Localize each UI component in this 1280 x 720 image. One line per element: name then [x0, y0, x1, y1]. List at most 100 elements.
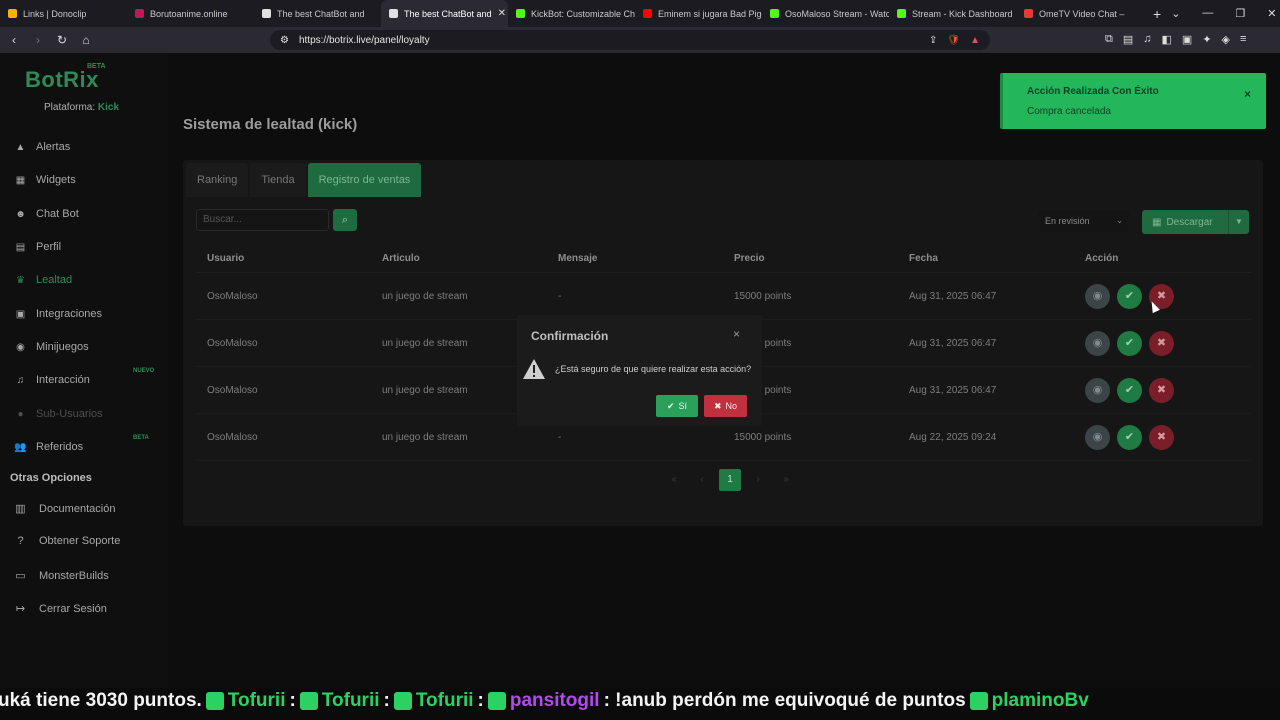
sidebar: BotRix BETA Plataforma: Kick ▲ Alertas ▦ Wi…: [0, 53, 168, 688]
cell-fecha: Aug 31, 2025 06:47: [909, 291, 997, 302]
view-button[interactable]: ◉: [1085, 284, 1110, 309]
page-next[interactable]: ›: [747, 469, 769, 491]
chevron-down-icon[interactable]: ⌄: [1171, 7, 1180, 20]
vpn-icon[interactable]: ◈: [1222, 33, 1230, 46]
ticker-segment: Tofurii: [227, 690, 286, 711]
sidebar-item-referidos[interactable]: 👥 Referidos: [14, 437, 83, 457]
platform-label-text: Plataforma:: [44, 102, 96, 113]
sidebar-item-label: Referidos: [36, 441, 84, 453]
reject-button[interactable]: ✖: [1149, 378, 1174, 403]
view-button[interactable]: ◉: [1085, 331, 1110, 356]
status-filter-select[interactable]: En revisión ⌄: [1038, 210, 1130, 232]
check-icon: ✔: [666, 400, 675, 411]
page-first[interactable]: «: [663, 469, 685, 491]
page-current[interactable]: 1: [719, 469, 741, 491]
widgets-icon: ▦: [15, 174, 26, 186]
tab-tienda[interactable]: Tienda: [250, 163, 306, 197]
eye-icon: ◉: [1092, 431, 1103, 443]
brave-shield-icon[interactable]: 🛡: [947, 35, 960, 46]
view-button[interactable]: ◉: [1085, 425, 1110, 450]
confirm-no-button[interactable]: ✖ No: [704, 395, 747, 417]
menu-icon[interactable]: ≡: [1240, 33, 1246, 46]
share-icon[interactable]: ⇪: [929, 35, 937, 46]
approve-button[interactable]: ✔: [1117, 284, 1142, 309]
close-window-button[interactable]: ✕: [1267, 7, 1276, 20]
sidebar-item-interacci-n[interactable]: ♫ Interacción: [14, 370, 90, 390]
address-bar: ‹ › ↻ ⌂ ⚙ https://botrix.live/panel/loya…: [0, 27, 1280, 53]
media-icon[interactable]: ♫: [1143, 33, 1151, 46]
sidebar-option-obtener-soporte[interactable]: ? Obtener Soporte: [14, 535, 120, 547]
download-dropdown-toggle[interactable]: ▼: [1228, 210, 1249, 234]
browser-tab[interactable]: OmeTV Video Chat –: [1016, 0, 1143, 27]
browser-tab[interactable]: Stream - Kick Dashboard: [889, 0, 1016, 27]
maximize-button[interactable]: ❐: [1235, 7, 1245, 20]
success-toast: Acción Realizada Con Éxito Compra cancel…: [1000, 73, 1266, 129]
search-input[interactable]: Buscar...: [196, 209, 329, 231]
sidebar-item-alertas[interactable]: ▲ Alertas: [14, 137, 71, 157]
logo[interactable]: BotRix: [25, 67, 99, 93]
sidebar-item-perfil[interactable]: ▤ Perfil: [14, 237, 61, 257]
browser-tab[interactable]: The best ChatBot and ✕: [381, 0, 508, 27]
download-button[interactable]: ▦ Descargar ▼: [1142, 210, 1249, 234]
platform-value: Kick: [97, 102, 120, 113]
users-icon: ●: [17, 408, 24, 420]
modal-title: Confirmación: [531, 329, 609, 343]
forward-button[interactable]: ›: [28, 33, 48, 47]
approve-button[interactable]: ✔: [1117, 378, 1142, 403]
cell-usuario: OsoMaloso: [207, 385, 258, 396]
download-label: Descargar: [1166, 216, 1213, 228]
sidebar-icon[interactable]: ◧: [1162, 33, 1172, 46]
url-field[interactable]: ⚙ https://botrix.live/panel/loyalty ⇪ 🛡 …: [270, 30, 990, 50]
sidebar-item-chat-bot[interactable]: ☻ Chat Bot: [14, 204, 79, 224]
sidebar-option-cerrar-sesi-n[interactable]: ↦ Cerrar Sesión: [14, 602, 107, 616]
sidebar-option-documentaci-n[interactable]: ▥ Documentación: [14, 502, 115, 516]
sidebar-item-integraciones[interactable]: ▣ Integraciones: [14, 304, 102, 324]
home-button[interactable]: ⌂: [76, 33, 96, 47]
sidebar-item-minijuegos[interactable]: ◉ Minijuegos: [14, 337, 88, 357]
back-button[interactable]: ‹: [4, 33, 24, 47]
browser-tab[interactable]: OsoMaloso Stream - Watc: [762, 0, 889, 27]
cell-precio: 15000 points: [734, 291, 792, 302]
platform-label: Plataforma: Kick: [44, 102, 119, 113]
browser-tab[interactable]: Borutoanime.online: [127, 0, 254, 27]
sidebar-item-sub-usuarios[interactable]: ● Sub-Usuarios: [14, 404, 102, 424]
chevron-down-icon: ⌄: [1116, 216, 1123, 225]
confirm-yes-button[interactable]: ✔ Sí: [656, 395, 698, 417]
sidebar-item-lealtad[interactable]: ♛ Lealtad: [14, 270, 72, 290]
new-tab-button[interactable]: +: [1143, 6, 1171, 22]
table-header: Usuario Articulo Mensaje Precio Fecha Ac…: [196, 245, 1251, 273]
reject-button[interactable]: ✖: [1149, 331, 1174, 356]
col-accion: Acción: [1085, 253, 1119, 264]
close-tab-icon[interactable]: ✕: [498, 8, 506, 19]
close-icon[interactable]: ×: [733, 327, 740, 341]
sidebar-option-monsterbuilds[interactable]: ▭ MonsterBuilds: [14, 569, 108, 583]
tab-ranking[interactable]: Ranking: [186, 163, 249, 197]
cell-articulo: un juego de stream: [382, 385, 468, 396]
browser-tab[interactable]: The best ChatBot and: [254, 0, 381, 27]
extensions-icon[interactable]: ⧉: [1105, 33, 1113, 46]
view-button[interactable]: ◉: [1085, 378, 1110, 403]
tab-registro-de-ventas[interactable]: Registro de ventas: [307, 163, 422, 197]
favicon-icon: [135, 9, 144, 18]
browser-tab[interactable]: KickBot: Customizable Cha: [508, 0, 635, 27]
browser-tab[interactable]: Eminem si jugara Bad Pigg: [635, 0, 762, 27]
site-settings-icon[interactable]: ⚙: [280, 35, 289, 46]
wallet-icon[interactable]: ▣: [1182, 33, 1192, 46]
file-icon: ▦: [1152, 216, 1162, 228]
search-button[interactable]: ⌕: [333, 209, 357, 231]
brave-rewards-icon[interactable]: ▲: [970, 35, 980, 46]
reject-button[interactable]: ✖: [1149, 425, 1174, 450]
close-icon[interactable]: ×: [1244, 87, 1251, 101]
minimize-button[interactable]: —: [1202, 7, 1213, 20]
page-prev[interactable]: ‹: [691, 469, 713, 491]
robot-icon: ☻: [15, 208, 26, 220]
leo-icon[interactable]: ✦: [1202, 33, 1211, 46]
reload-button[interactable]: ↻: [52, 33, 72, 47]
approve-button[interactable]: ✔: [1117, 425, 1142, 450]
sidebar-item-widgets[interactable]: ▦ Widgets: [14, 170, 76, 190]
approve-button[interactable]: ✔: [1117, 331, 1142, 356]
browser-tab[interactable]: Links | Donoclip: [0, 0, 127, 27]
page-last[interactable]: »: [775, 469, 797, 491]
reader-icon[interactable]: ▤: [1123, 33, 1133, 46]
row-actions: ◉ ✔ ✖: [1085, 425, 1174, 450]
